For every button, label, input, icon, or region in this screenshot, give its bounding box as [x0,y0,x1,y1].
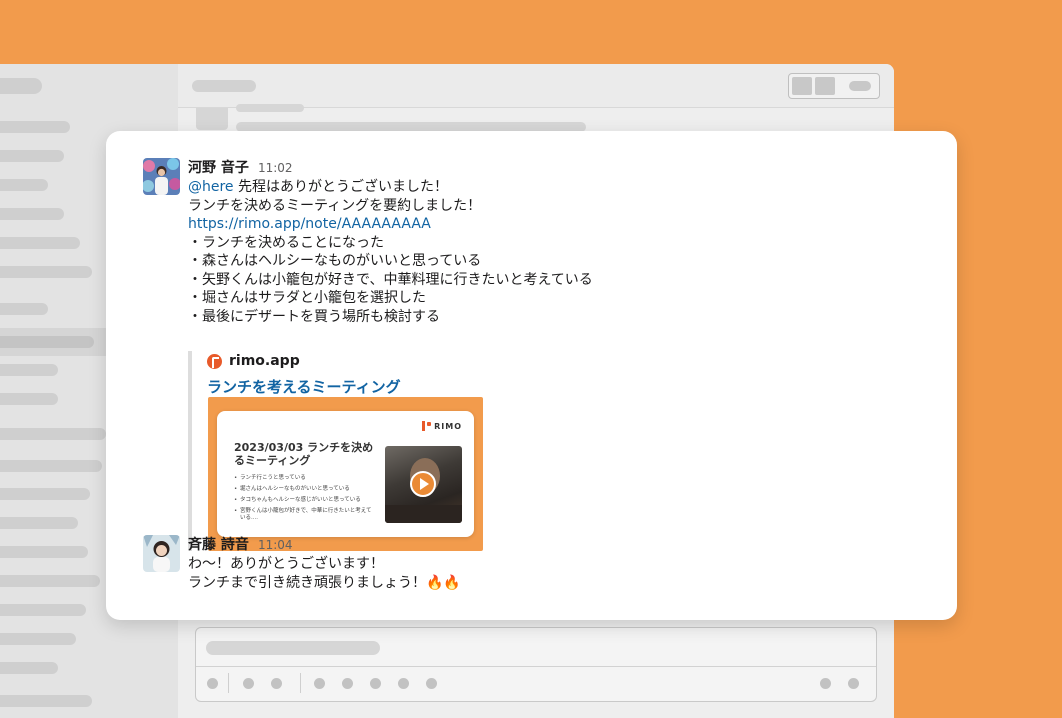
play-icon[interactable] [410,471,436,497]
message-text: ・最後にデザートを買う場所も検討する [188,308,440,325]
avatar-placeholder [196,108,228,130]
text-placeholder [236,104,304,112]
sidebar-item[interactable] [0,208,64,220]
sidebar-item[interactable] [0,150,64,162]
composer-tool-icon[interactable] [271,678,282,689]
sidebar-item[interactable] [0,695,92,707]
toolbar-separator [228,673,229,693]
sidebar-item[interactable] [0,575,100,587]
sidebar-item[interactable] [0,488,90,500]
preview-title: 2023/03/03 ランチを決めるミーティング [234,441,374,467]
timestamp[interactable]: 11:04 [258,538,293,552]
sidebar-item[interactable] [0,460,102,472]
chat-card: 河野 音子 11:02 @here 先程はありがとうございました！ ランチを決め… [106,131,957,620]
window-controls[interactable] [788,73,880,99]
link-unfurl: rimo.app ランチを考えるミーティング RIMO 2023/03/03 ラ… [188,351,488,551]
sidebar-item[interactable] [0,237,80,249]
composer-tool-icon[interactable] [342,678,353,689]
sidebar-item[interactable] [0,121,70,133]
channel-name-placeholder [192,80,256,92]
message-text: ランチまで引き続き頑張りましょう！🔥🔥 [188,574,461,591]
workspace-name-placeholder [0,78,42,94]
note-link[interactable]: https://rimo.app/note/AAAAAAAAA [188,215,808,234]
sender-name[interactable]: 河野 音子 [188,160,249,176]
sidebar-item[interactable] [0,393,58,405]
layout-icon[interactable] [815,77,835,95]
timestamp[interactable]: 11:02 [258,161,293,175]
sidebar-item[interactable] [0,266,92,278]
toggle-icon[interactable] [849,81,871,91]
layout-icon[interactable] [792,77,812,95]
preview-list: ランチ行こうと思っている 堀さんはヘルシーなものがいいと思っている タコちゃんも… [234,475,374,526]
composer-input-placeholder[interactable] [206,641,380,655]
preview-list-item: 宮野くんは小籠包が好きで、中華に行きたいと考えている.... [234,508,374,522]
unfurl-title[interactable]: ランチを考えるミーティング [207,376,488,396]
avatar[interactable] [143,158,180,195]
sidebar-item[interactable] [0,633,76,645]
unfurl-site-name: rimo.app [229,353,300,369]
composer-tool-icon[interactable] [243,678,254,689]
composer-tool-icon[interactable] [314,678,325,689]
unfurl-preview-image[interactable]: RIMO 2023/03/03 ランチを決めるミーティング ランチ行こうと思って… [208,397,483,551]
sidebar-item[interactable] [0,336,94,348]
message-text: ・森さんはヘルシーなものがいいと思っている [188,253,482,269]
preview-list-item: 堀さんはヘルシーなものがいいと思っている [234,486,374,493]
composer-tool-icon[interactable] [398,678,409,689]
sidebar-item[interactable] [0,179,48,191]
sender-name[interactable]: 斉藤 詩音 [188,537,249,553]
composer-divider [196,666,876,667]
message-header: 斉藤 詩音 11:04 [188,535,808,553]
avatar-image [143,158,180,195]
message-text: ・ランチを決めることになった [188,234,384,251]
rimo-logo: RIMO [422,421,462,431]
sidebar-item[interactable] [0,364,58,376]
avatar[interactable] [143,535,180,572]
message-text: ・矢野くんは小籠包が好きで、中華料理に行きたいと考えている [188,271,593,288]
preview-card: RIMO 2023/03/03 ランチを決めるミーティング ランチ行こうと思って… [217,411,474,537]
channel-header [178,64,894,108]
rimo-icon [207,353,222,369]
message-text: ランチを決めるミーティングを要約しました！ [188,197,482,214]
message-text: 先程はありがとうございました！ [238,179,449,195]
sidebar-item[interactable] [0,428,106,440]
sidebar-item[interactable] [0,604,86,616]
message-text: わ〜！ありがとうございます！ [188,556,384,572]
preview-list-item: タコちゃんもヘルシーな感じがいいと思っている [234,497,374,504]
composer-tool-icon[interactable] [207,678,218,689]
message-header: 河野 音子 11:02 [188,158,808,176]
sidebar-item[interactable] [0,303,48,315]
send-icon[interactable] [848,678,859,689]
composer-tool-icon[interactable] [426,678,437,689]
message-line: @here 先程はありがとうございました！ [188,178,808,197]
mention-here[interactable]: @here [188,179,234,195]
message-text: ・堀さんはサラダと小籠包を選択した [188,290,426,306]
toolbar-separator [300,673,301,693]
sidebar-item[interactable] [0,546,88,558]
preview-list-item: ランチ行こうと思っている [234,475,374,482]
avatar-image [143,535,180,572]
sidebar-item[interactable] [0,662,58,674]
video-thumbnail[interactable] [385,446,462,523]
composer-tool-icon[interactable] [820,678,831,689]
message-composer[interactable] [195,627,877,702]
composer-tool-icon[interactable] [370,678,381,689]
sidebar-item[interactable] [0,517,78,529]
